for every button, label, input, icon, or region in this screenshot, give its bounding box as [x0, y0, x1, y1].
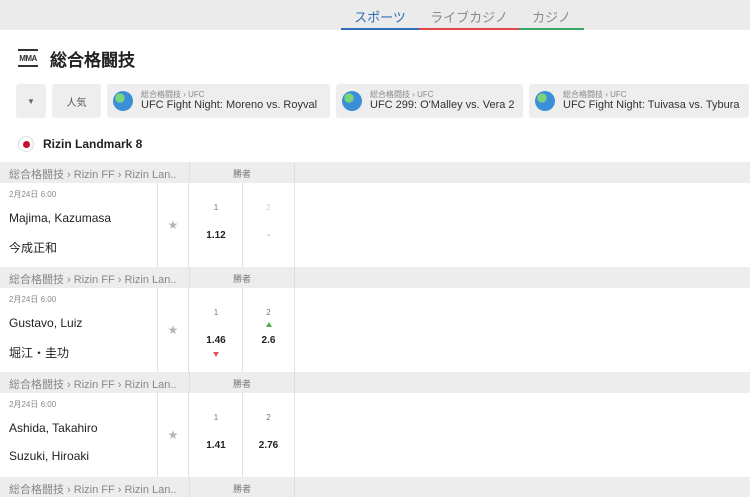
- filter-dropdown-button[interactable]: ▼: [16, 84, 46, 118]
- event-chip-name: UFC 299: O'Malley vs. Vera 2: [370, 99, 515, 112]
- market-label: 勝者: [232, 484, 251, 494]
- league-header[interactable]: Rizin Landmark 8: [18, 136, 142, 152]
- event-date: 2月24日 6:00: [9, 295, 57, 304]
- odds-value: 1.46: [206, 335, 226, 346]
- japan-flag-icon: [18, 136, 34, 152]
- event-breadcrumb-row: 総合格闘技 › Rizin FF › Rizin Lan... 勝者: [0, 162, 750, 183]
- page-header: MMA 総合格闘技: [18, 44, 135, 72]
- odds-value: 2.6: [261, 335, 276, 346]
- event-date: 2月24日 6:00: [9, 190, 57, 199]
- odds-value: -: [266, 230, 271, 241]
- globe-icon: [113, 91, 133, 111]
- event-chip-2[interactable]: 総合格闘技 › UFC UFC 299: O'Malley vs. Vera 2: [336, 84, 523, 118]
- market-label: 勝者: [232, 169, 251, 179]
- mma-icon: MMA: [18, 49, 38, 67]
- favorite-star-icon[interactable]: ★: [157, 183, 189, 267]
- event-chip-1[interactable]: 総合格闘技 › UFC UFC Fight Night: Moreno vs. …: [107, 84, 330, 118]
- event-breadcrumb-row: 総合格闘技 › Rizin FF › Rizin Lan... 勝者: [0, 372, 750, 393]
- event-breadcrumb-row: 総合格闘技 › Rizin FF › Rizin Lan... 勝者: [0, 267, 750, 288]
- event-chip-3[interactable]: 総合格闘技 › UFC UFC Fight Night: Tuivasa vs.…: [529, 84, 749, 118]
- favorite-star-icon[interactable]: ★: [157, 288, 189, 372]
- odds-label: 2: [266, 413, 271, 422]
- chevron-down-icon: ▼: [27, 96, 35, 106]
- team-away: 堀江・圭功: [9, 346, 70, 360]
- team-away: Suzuki, Hiroaki: [9, 449, 90, 463]
- event-breadcrumb-row: 総合格闘技 › Rizin FF › Rizin Lan... 勝者: [0, 477, 750, 497]
- globe-icon: [342, 91, 362, 111]
- odds-value: 1.41: [206, 440, 226, 451]
- tab-casino-label: カジノ: [532, 10, 571, 25]
- odds-button-2[interactable]: 2 2.76: [242, 393, 294, 477]
- event-date: 2月24日 6:00: [9, 400, 57, 409]
- tab-live-casino[interactable]: ライブカジノ: [419, 7, 519, 31]
- event-chip-path: 総合格闘技 › UFC: [563, 90, 627, 100]
- odds-value: 1.12: [206, 230, 226, 241]
- tab-casino[interactable]: カジノ: [519, 7, 584, 31]
- odds-value: 2.76: [258, 440, 279, 451]
- event-filter-bar: ▼ 人気 総合格闘技 › UFC UFC Fight Night: Moreno…: [16, 84, 749, 118]
- market-label: 勝者: [232, 379, 251, 389]
- league-name: Rizin Landmark 8: [43, 137, 143, 151]
- team-away: 今成正和: [9, 241, 58, 255]
- tab-sports[interactable]: スポーツ: [341, 7, 419, 31]
- popular-button[interactable]: 人気: [52, 84, 101, 118]
- event-row[interactable]: 2月24日 6:00 Ashida, Takahiro Suzuki, Hiro…: [0, 393, 750, 477]
- event-chip-name: UFC Fight Night: Tuivasa vs. Tybura: [563, 99, 740, 112]
- odds-label: 1: [213, 308, 219, 317]
- favorite-star-icon[interactable]: ★: [157, 393, 189, 477]
- odds-label: 2: [266, 308, 271, 317]
- odds-label: 1: [213, 203, 219, 212]
- event-chip-path: 総合格闘技 › UFC: [370, 90, 434, 100]
- event-breadcrumb[interactable]: 総合格闘技 › Rizin FF › Rizin Lan...: [9, 166, 177, 182]
- event-chip-path: 総合格闘技 › UFC: [141, 90, 205, 100]
- odds-button-2[interactable]: 2 2.6: [242, 288, 294, 372]
- odds-button-1[interactable]: 1 1.46: [190, 288, 242, 372]
- odds-button-1[interactable]: 1 1.41: [190, 393, 242, 477]
- event-row[interactable]: 2月24日 6:00 Gustavo, Luiz 堀江・圭功 ★ 1 1.46 …: [0, 288, 750, 372]
- odds-button-1[interactable]: 1 1.12: [190, 183, 242, 267]
- globe-icon: [535, 91, 555, 111]
- event-row[interactable]: 2月24日 6:00 Majima, Kazumasa 今成正和 ★ 1 1.1…: [0, 183, 750, 267]
- page-title: 総合格闘技: [50, 50, 135, 70]
- team-home: Majima, Kazumasa: [9, 211, 112, 225]
- odds-up-arrow-icon: [266, 322, 272, 327]
- sportsbook-page: MMA 総合格闘技 ▼ 人気 総合格闘技 › UFC UFC Fight Nig…: [0, 30, 750, 497]
- event-breadcrumb[interactable]: 総合格闘技 › Rizin FF › Rizin Lan...: [9, 481, 177, 497]
- tab-live-casino-label: ライブカジノ: [430, 10, 508, 25]
- tab-sports-label: スポーツ: [354, 10, 406, 25]
- team-home: Ashida, Takahiro: [9, 421, 98, 435]
- team-home: Gustavo, Luiz: [9, 316, 83, 330]
- odds-label: 2: [266, 203, 271, 212]
- event-breadcrumb[interactable]: 総合格闘技 › Rizin FF › Rizin Lan...: [9, 271, 177, 287]
- market-label: 勝者: [232, 274, 251, 284]
- odds-label: 1: [213, 413, 219, 422]
- odds-down-arrow-icon: [213, 352, 219, 357]
- event-chip-name: UFC Fight Night: Moreno vs. Royval: [141, 99, 318, 112]
- odds-button-2[interactable]: 2 -: [242, 183, 294, 267]
- top-navigation: スポーツ ライブカジノ カジノ: [0, 0, 750, 31]
- event-breadcrumb[interactable]: 総合格闘技 › Rizin FF › Rizin Lan...: [9, 376, 177, 392]
